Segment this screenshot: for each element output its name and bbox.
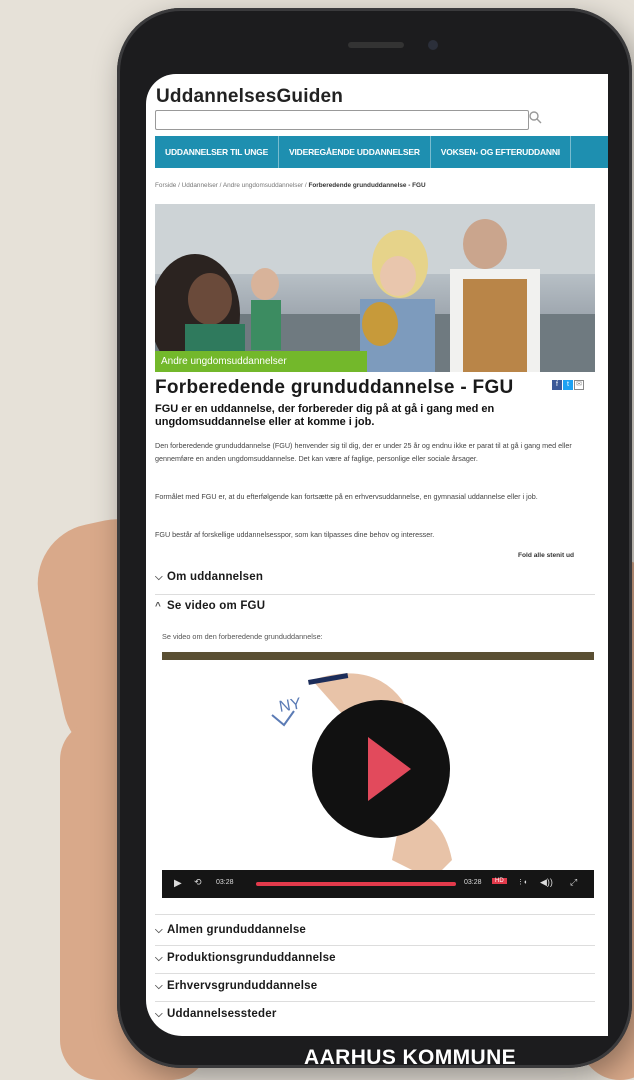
accordion-produktion[interactable]: ⌵ Produktionsgrunduddannelse [155, 952, 595, 964]
article-lead: FGU er en uddannelse, der forbereder dig… [155, 403, 495, 428]
breadcrumb-path[interactable]: Forside / Uddannelser / Andre ungdomsudd… [155, 182, 308, 189]
chevron-down-icon: ⌵ [155, 925, 163, 936]
nav-item-videregaaende[interactable]: VIDEREGÅENDE UDDANNELSER [279, 136, 431, 168]
chevron-up-icon: ^ [155, 601, 162, 612]
divider [155, 1001, 595, 1002]
captions-icon[interactable]: ⋮◐ [517, 878, 528, 886]
replay-icon[interactable]: ⟲ [194, 877, 202, 888]
nav-item-voksen[interactable]: VOKSEN- OG EFTERUDDANNI [431, 136, 571, 168]
accordion-se-video[interactable]: ^ Se video om FGU [155, 600, 595, 612]
fullscreen-icon[interactable]: ⤢ [570, 877, 577, 888]
video-player[interactable]: NY [162, 652, 594, 898]
speaker-grille [348, 42, 404, 48]
play-button-icon[interactable]: ▶ [174, 878, 182, 889]
article-paragraph: Formålet med FGU er, at du efterfølgende… [155, 492, 538, 501]
divider [155, 973, 595, 974]
twitter-icon[interactable]: t [563, 380, 573, 390]
share-buttons: f t ✉ [552, 380, 584, 390]
progress-bar[interactable] [256, 882, 456, 886]
time-total: 03:28 [464, 879, 482, 886]
hero-photo [155, 204, 595, 372]
time-current: 03:28 [216, 879, 234, 886]
article-paragraph: FGU består af forskellige uddannelsesspo… [155, 530, 435, 539]
video-top-bar [162, 652, 594, 660]
accordion-label: Produktionsgrunduddannelse [167, 952, 336, 964]
accordion-label: Om uddannelsen [167, 571, 264, 583]
phone-screen: UddannelsesGuiden UDDANNELSER TIL UNGE V… [146, 74, 608, 1036]
video-intro: Se video om den forberedende grunduddann… [162, 632, 323, 641]
accordion-label: Erhvervsgrunduddannelse [167, 980, 318, 992]
accordion-uddannelsessteder[interactable]: ⌵ Uddannelsessteder [155, 1008, 595, 1020]
accordion-erhverv[interactable]: ⌵ Erhvervsgrunduddannelse [155, 980, 595, 992]
chevron-down-icon: ⌵ [155, 953, 163, 964]
play-icon[interactable] [312, 700, 450, 838]
hero-image: Andre ungdomsuddannelser [155, 204, 595, 372]
aarhus-kommune-logo: AARHUS KOMMUNE [304, 1046, 517, 1069]
nav-item-unge[interactable]: UDDANNELSER TIL UNGE [155, 136, 280, 168]
divider [155, 914, 595, 915]
hero-caption: Andre ungdomsuddannelser [155, 351, 367, 372]
chevron-down-icon: ⌵ [155, 981, 163, 992]
page-title: Forberedende grunduddannelse - FGU [155, 377, 514, 398]
search-icon[interactable] [528, 110, 546, 128]
chevron-down-icon: ⌵ [155, 1009, 163, 1020]
site-logo[interactable]: UddannelsesGuiden [156, 86, 343, 108]
volume-icon[interactable]: ◀)) [540, 877, 553, 888]
mail-icon[interactable]: ✉ [574, 380, 584, 390]
accordion-almen[interactable]: ⌵ Almen grunduddannelse [155, 924, 595, 936]
progress-fill [256, 882, 456, 886]
article-paragraph: Den forberedende grunduddannelse (FGU) h… [155, 441, 572, 463]
chevron-down-icon: ⌵ [155, 572, 163, 583]
accordion-om-uddannelsen[interactable]: ⌵ Om uddannelsen [155, 571, 595, 583]
main-nav: UDDANNELSER TIL UNGE VIDEREGÅENDE UDDANN… [155, 136, 608, 168]
search-input[interactable] [155, 110, 529, 130]
front-camera [428, 40, 438, 50]
accordion-label: Almen grunduddannelse [167, 924, 307, 936]
video-controls: ▶ ⟲ 03:28 03:28 HD ⋮◐ ◀)) ⤢ [162, 870, 594, 898]
divider [155, 945, 595, 946]
accordion-label: Se video om FGU [167, 600, 266, 612]
divider [155, 594, 595, 595]
fold-all-link[interactable]: Fold alle stenit ud [518, 552, 574, 559]
breadcrumb: Forside / Uddannelser / Andre ungdomsudd… [155, 182, 426, 189]
facebook-icon[interactable]: f [552, 380, 562, 390]
hd-badge[interactable]: HD [492, 878, 507, 884]
breadcrumb-current: Forberedende grunduddannelse - FGU [308, 182, 426, 189]
accordion-label: Uddannelsessteder [167, 1008, 277, 1020]
